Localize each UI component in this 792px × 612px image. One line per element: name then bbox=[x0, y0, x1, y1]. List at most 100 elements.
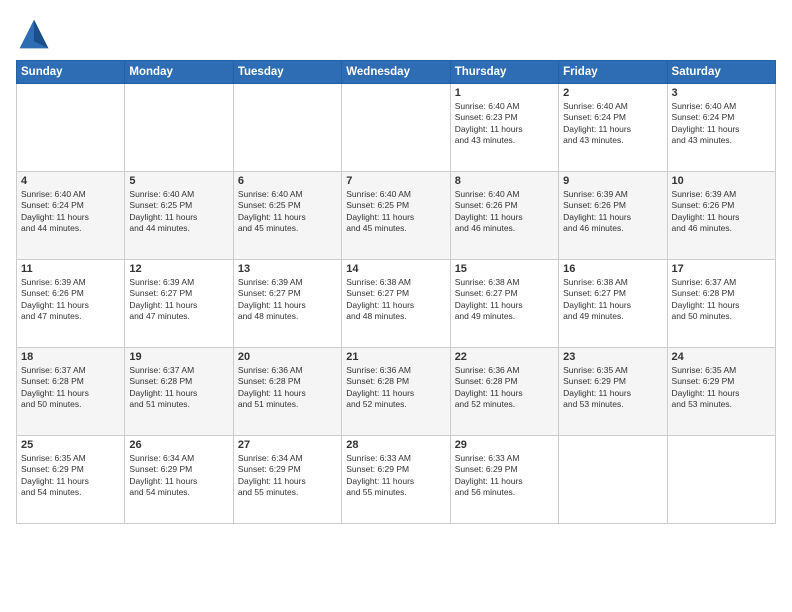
day-number: 13 bbox=[238, 263, 337, 275]
day-number: 1 bbox=[455, 87, 554, 99]
weekday-header-friday: Friday bbox=[559, 61, 667, 84]
day-info: Sunrise: 6:37 AM Sunset: 6:28 PM Dayligh… bbox=[129, 365, 228, 411]
calendar-cell: 16 Sunrise: 6:38 AM Sunset: 6:27 PM Dayli… bbox=[559, 260, 667, 348]
calendar-cell: 6 Sunrise: 6:40 AM Sunset: 6:25 PM Daylig… bbox=[233, 172, 341, 260]
day-info: Sunrise: 6:33 AM Sunset: 6:29 PM Dayligh… bbox=[346, 453, 445, 499]
calendar-cell: 3 Sunrise: 6:40 AM Sunset: 6:24 PM Daylig… bbox=[667, 84, 775, 172]
day-number: 15 bbox=[455, 263, 554, 275]
calendar-cell bbox=[342, 84, 450, 172]
calendar-cell: 25 Sunrise: 6:35 AM Sunset: 6:29 PM Dayli… bbox=[17, 436, 125, 524]
day-info: Sunrise: 6:34 AM Sunset: 6:29 PM Dayligh… bbox=[238, 453, 337, 499]
day-number: 8 bbox=[455, 175, 554, 187]
calendar-cell: 18 Sunrise: 6:37 AM Sunset: 6:28 PM Dayli… bbox=[17, 348, 125, 436]
calendar-cell: 5Sunrise: 6:40 AM Sunset: 6:25 PM Daylig… bbox=[125, 172, 233, 260]
day-info: Sunrise: 6:35 AM Sunset: 6:29 PM Dayligh… bbox=[672, 365, 771, 411]
calendar-cell: 12Sunrise: 6:39 AM Sunset: 6:27 PM Dayli… bbox=[125, 260, 233, 348]
day-info: Sunrise: 6:36 AM Sunset: 6:28 PM Dayligh… bbox=[455, 365, 554, 411]
day-info: Sunrise: 6:39 AM Sunset: 6:27 PM Dayligh… bbox=[129, 277, 228, 323]
calendar-cell: 15 Sunrise: 6:38 AM Sunset: 6:27 PM Dayli… bbox=[450, 260, 558, 348]
day-number: 11 bbox=[21, 263, 120, 275]
day-number: 16 bbox=[563, 263, 662, 275]
calendar-cell: 1Sunrise: 6:40 AM Sunset: 6:23 PM Daylig… bbox=[450, 84, 558, 172]
calendar-cell: 9 Sunrise: 6:39 AM Sunset: 6:26 PM Daylig… bbox=[559, 172, 667, 260]
day-number: 27 bbox=[238, 439, 337, 451]
day-number: 21 bbox=[346, 351, 445, 363]
header-row: SundayMondayTuesdayWednesdayThursdayFrid… bbox=[17, 61, 776, 84]
day-info: Sunrise: 6:37 AM Sunset: 6:28 PM Dayligh… bbox=[21, 365, 120, 411]
day-number: 7 bbox=[346, 175, 445, 187]
calendar-week-3: 11 Sunrise: 6:39 AM Sunset: 6:26 PM Dayli… bbox=[17, 260, 776, 348]
day-number: 6 bbox=[238, 175, 337, 187]
day-number: 25 bbox=[21, 439, 120, 451]
calendar-cell: 23 Sunrise: 6:35 AM Sunset: 6:29 PM Dayli… bbox=[559, 348, 667, 436]
day-number: 24 bbox=[672, 351, 771, 363]
page: SundayMondayTuesdayWednesdayThursdayFrid… bbox=[0, 0, 792, 612]
calendar-week-1: 1Sunrise: 6:40 AM Sunset: 6:23 PM Daylig… bbox=[17, 84, 776, 172]
calendar-cell: 26 Sunrise: 6:34 AM Sunset: 6:29 PM Dayli… bbox=[125, 436, 233, 524]
logo-icon bbox=[16, 16, 52, 52]
day-info: Sunrise: 6:39 AM Sunset: 6:26 PM Dayligh… bbox=[672, 189, 771, 235]
weekday-header-tuesday: Tuesday bbox=[233, 61, 341, 84]
calendar-cell: 4 Sunrise: 6:40 AM Sunset: 6:24 PM Daylig… bbox=[17, 172, 125, 260]
day-number: 4 bbox=[21, 175, 120, 187]
calendar-cell: 29Sunrise: 6:33 AM Sunset: 6:29 PM Dayli… bbox=[450, 436, 558, 524]
calendar-cell: 8Sunrise: 6:40 AM Sunset: 6:26 PM Daylig… bbox=[450, 172, 558, 260]
day-info: Sunrise: 6:39 AM Sunset: 6:26 PM Dayligh… bbox=[21, 277, 120, 323]
calendar-table: SundayMondayTuesdayWednesdayThursdayFrid… bbox=[16, 60, 776, 524]
calendar-cell: 22 Sunrise: 6:36 AM Sunset: 6:28 PM Dayli… bbox=[450, 348, 558, 436]
calendar-cell bbox=[125, 84, 233, 172]
calendar-body: 1Sunrise: 6:40 AM Sunset: 6:23 PM Daylig… bbox=[17, 84, 776, 524]
day-info: Sunrise: 6:40 AM Sunset: 6:25 PM Dayligh… bbox=[346, 189, 445, 235]
day-number: 20 bbox=[238, 351, 337, 363]
day-number: 9 bbox=[563, 175, 662, 187]
weekday-header-wednesday: Wednesday bbox=[342, 61, 450, 84]
day-info: Sunrise: 6:40 AM Sunset: 6:24 PM Dayligh… bbox=[21, 189, 120, 235]
day-number: 26 bbox=[129, 439, 228, 451]
day-number: 18 bbox=[21, 351, 120, 363]
weekday-header-thursday: Thursday bbox=[450, 61, 558, 84]
day-number: 3 bbox=[672, 87, 771, 99]
day-info: Sunrise: 6:40 AM Sunset: 6:24 PM Dayligh… bbox=[672, 101, 771, 147]
day-info: Sunrise: 6:39 AM Sunset: 6:27 PM Dayligh… bbox=[238, 277, 337, 323]
calendar-cell: 20 Sunrise: 6:36 AM Sunset: 6:28 PM Dayli… bbox=[233, 348, 341, 436]
calendar-cell: 13 Sunrise: 6:39 AM Sunset: 6:27 PM Dayli… bbox=[233, 260, 341, 348]
day-number: 10 bbox=[672, 175, 771, 187]
day-info: Sunrise: 6:38 AM Sunset: 6:27 PM Dayligh… bbox=[563, 277, 662, 323]
day-number: 22 bbox=[455, 351, 554, 363]
calendar-cell: 11 Sunrise: 6:39 AM Sunset: 6:26 PM Dayli… bbox=[17, 260, 125, 348]
calendar-cell bbox=[667, 436, 775, 524]
day-number: 2 bbox=[563, 87, 662, 99]
calendar-cell: 19 Sunrise: 6:37 AM Sunset: 6:28 PM Dayli… bbox=[125, 348, 233, 436]
calendar-cell bbox=[233, 84, 341, 172]
calendar-cell: 14Sunrise: 6:38 AM Sunset: 6:27 PM Dayli… bbox=[342, 260, 450, 348]
day-number: 23 bbox=[563, 351, 662, 363]
day-info: Sunrise: 6:40 AM Sunset: 6:24 PM Dayligh… bbox=[563, 101, 662, 147]
weekday-header-monday: Monday bbox=[125, 61, 233, 84]
weekday-header-saturday: Saturday bbox=[667, 61, 775, 84]
day-info: Sunrise: 6:35 AM Sunset: 6:29 PM Dayligh… bbox=[21, 453, 120, 499]
weekday-header-sunday: Sunday bbox=[17, 61, 125, 84]
calendar-cell bbox=[17, 84, 125, 172]
day-info: Sunrise: 6:35 AM Sunset: 6:29 PM Dayligh… bbox=[563, 365, 662, 411]
day-info: Sunrise: 6:36 AM Sunset: 6:28 PM Dayligh… bbox=[346, 365, 445, 411]
day-info: Sunrise: 6:37 AM Sunset: 6:28 PM Dayligh… bbox=[672, 277, 771, 323]
calendar-week-4: 18 Sunrise: 6:37 AM Sunset: 6:28 PM Dayli… bbox=[17, 348, 776, 436]
calendar-cell: 7 Sunrise: 6:40 AM Sunset: 6:25 PM Daylig… bbox=[342, 172, 450, 260]
day-info: Sunrise: 6:36 AM Sunset: 6:28 PM Dayligh… bbox=[238, 365, 337, 411]
day-number: 19 bbox=[129, 351, 228, 363]
day-info: Sunrise: 6:39 AM Sunset: 6:26 PM Dayligh… bbox=[563, 189, 662, 235]
day-number: 17 bbox=[672, 263, 771, 275]
day-info: Sunrise: 6:38 AM Sunset: 6:27 PM Dayligh… bbox=[455, 277, 554, 323]
calendar-cell: 27 Sunrise: 6:34 AM Sunset: 6:29 PM Dayli… bbox=[233, 436, 341, 524]
logo bbox=[16, 16, 58, 52]
day-info: Sunrise: 6:40 AM Sunset: 6:25 PM Dayligh… bbox=[238, 189, 337, 235]
calendar-cell: 17 Sunrise: 6:37 AM Sunset: 6:28 PM Dayli… bbox=[667, 260, 775, 348]
calendar-cell: 2 Sunrise: 6:40 AM Sunset: 6:24 PM Daylig… bbox=[559, 84, 667, 172]
day-number: 28 bbox=[346, 439, 445, 451]
calendar-header: SundayMondayTuesdayWednesdayThursdayFrid… bbox=[17, 61, 776, 84]
header bbox=[16, 16, 776, 52]
day-info: Sunrise: 6:33 AM Sunset: 6:29 PM Dayligh… bbox=[455, 453, 554, 499]
day-info: Sunrise: 6:34 AM Sunset: 6:29 PM Dayligh… bbox=[129, 453, 228, 499]
calendar-cell: 28 Sunrise: 6:33 AM Sunset: 6:29 PM Dayli… bbox=[342, 436, 450, 524]
calendar-cell: 10 Sunrise: 6:39 AM Sunset: 6:26 PM Dayli… bbox=[667, 172, 775, 260]
